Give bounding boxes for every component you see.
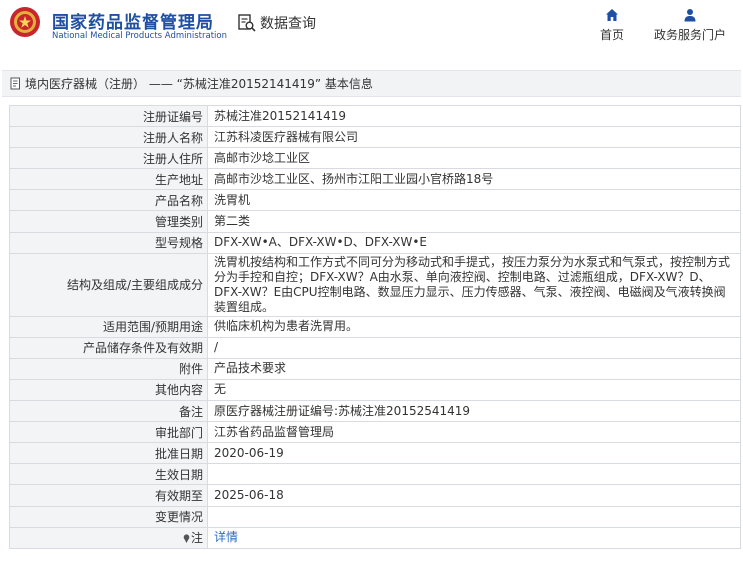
table-row: 结构及组成/主要组成成分 洗胃机按结构和工作方式不同可分为移动式和手提式，按压力… xyxy=(9,252,741,317)
document-icon xyxy=(10,77,20,90)
field-value: 第二类 xyxy=(207,210,741,233)
table-row: 审批部门 江苏省药品监督管理局 xyxy=(9,421,741,444)
field-value: 2025-06-18 xyxy=(207,484,741,507)
field-label: 批准日期 xyxy=(9,442,208,465)
registration-info-table: 注册证编号 苏械注准20152141419 注册人名称 江苏科凌医疗器械有限公司… xyxy=(9,104,741,549)
field-value: 原医疗器械注册证编号:苏械注准20152541419 xyxy=(207,400,741,423)
field-label: 注册证编号 xyxy=(9,104,208,128)
field-value: 供临床机构为患者洗胃用。 xyxy=(207,315,741,338)
data-query-label: 数据查询 xyxy=(260,16,316,32)
field-value xyxy=(207,463,741,486)
nav-service-portal[interactable]: 政务服务门户 xyxy=(654,8,726,43)
site-name-english[interactable]: National Medical Products Administration xyxy=(52,31,227,41)
field-label: 注册人名称 xyxy=(9,126,208,149)
field-label: 备注 xyxy=(9,400,208,423)
table-row: 产品名称 洗胃机 xyxy=(9,189,741,212)
table-row: 生产地址 高邮市沙埝工业区、扬州市江阳工业园小官桥路18号 xyxy=(9,168,741,191)
table-row: 备注 原医疗器械注册证编号:苏械注准20152541419 xyxy=(9,400,741,423)
emblem-logo xyxy=(10,7,40,37)
table-row: 生效日期 xyxy=(9,463,741,486)
nav-service-label: 政务服务门户 xyxy=(654,28,727,42)
table-row: 其他内容 无 xyxy=(9,378,741,402)
table-row: 变更情况 xyxy=(9,505,741,528)
field-label: 管理类别 xyxy=(9,210,208,233)
field-label: 审批部门 xyxy=(9,421,208,444)
field-value: DFX-XW•A、DFX-XW•D、DFX-XW•E xyxy=(207,231,741,254)
field-label: 产品储存条件及有效期 xyxy=(9,336,208,359)
field-label: 注 xyxy=(190,531,203,546)
field-value: 高邮市沙埝工业区、扬州市江阳工业园小官桥路18号 xyxy=(207,168,741,191)
table-row: 适用范围/预期用途 供临床机构为患者洗胃用。 xyxy=(9,315,741,338)
table-row: 注册证编号 苏械注准20152141419 xyxy=(9,104,741,128)
field-label: 生效日期 xyxy=(9,463,208,486)
document-search-icon xyxy=(238,14,256,32)
field-value: 高邮市沙埝工业区 xyxy=(207,147,741,170)
field-value: 江苏省药品监督管理局 xyxy=(207,421,741,444)
field-label: 结构及组成/主要组成成分 xyxy=(9,252,208,317)
home-icon xyxy=(606,9,618,21)
user-icon xyxy=(684,9,696,22)
table-row: 有效期至 2025-06-18 xyxy=(9,484,741,507)
table-row: 管理类别 第二类 xyxy=(9,210,741,233)
site-name[interactable]: 国家药品监督管理局 xyxy=(52,8,214,33)
data-query-title[interactable]: 数据查询 xyxy=(237,13,316,33)
field-value: 江苏科凌医疗器械有限公司 xyxy=(207,126,741,149)
field-label: 生产地址 xyxy=(9,168,208,191)
field-label: 型号规格 xyxy=(9,231,208,254)
details-link[interactable]: 详情 xyxy=(214,530,238,544)
table-row: 产品储存条件及有效期 / xyxy=(9,336,741,359)
field-label: 其他内容 xyxy=(9,378,208,402)
field-value: 产品技术要求 xyxy=(207,357,741,380)
table-row: 注 详情 xyxy=(9,526,741,549)
field-label: 有效期至 xyxy=(9,484,208,507)
field-value: 洗胃机按结构和工作方式不同可分为移动式和手提式，按压力泵分为水泵式和气泵式，按控… xyxy=(207,252,741,317)
field-value: 洗胃机 xyxy=(207,189,741,212)
table-row: 批准日期 2020-06-19 xyxy=(9,442,741,465)
field-value: 2020-06-19 xyxy=(207,442,741,465)
field-value: 苏械注准20152141419 xyxy=(207,104,741,128)
table-row: 型号规格 DFX-XW•A、DFX-XW•D、DFX-XW•E xyxy=(9,231,741,254)
nav-home[interactable]: 首页 xyxy=(600,8,624,43)
field-value xyxy=(207,505,741,528)
field-label: 适用范围/预期用途 xyxy=(9,315,208,338)
table-row: 附件 产品技术要求 xyxy=(9,357,741,380)
note-value-cell: 详情 xyxy=(207,526,741,549)
field-label: 变更情况 xyxy=(9,505,208,528)
nav-home-label: 首页 xyxy=(600,28,625,42)
field-label: 注册人住所 xyxy=(9,147,208,170)
breadcrumb: 境内医疗器械（注册） —— “苏械注准20152141419” 基本信息 xyxy=(2,70,741,97)
pin-icon xyxy=(183,534,190,544)
field-label: 附件 xyxy=(9,357,208,380)
site-header: 国家药品监督管理局 National Medical Products Admi… xyxy=(0,0,743,56)
field-value: 无 xyxy=(207,378,741,402)
table-row: 注册人名称 江苏科凌医疗器械有限公司 xyxy=(9,126,741,149)
field-value: / xyxy=(207,336,741,359)
field-label: 产品名称 xyxy=(9,189,208,212)
breadcrumb-text: 境内医疗器械（注册） —— “苏械注准20152141419” 基本信息 xyxy=(25,77,373,91)
note-label-cell: 注 xyxy=(9,526,208,549)
table-row: 注册人住所 高邮市沙埝工业区 xyxy=(9,147,741,170)
